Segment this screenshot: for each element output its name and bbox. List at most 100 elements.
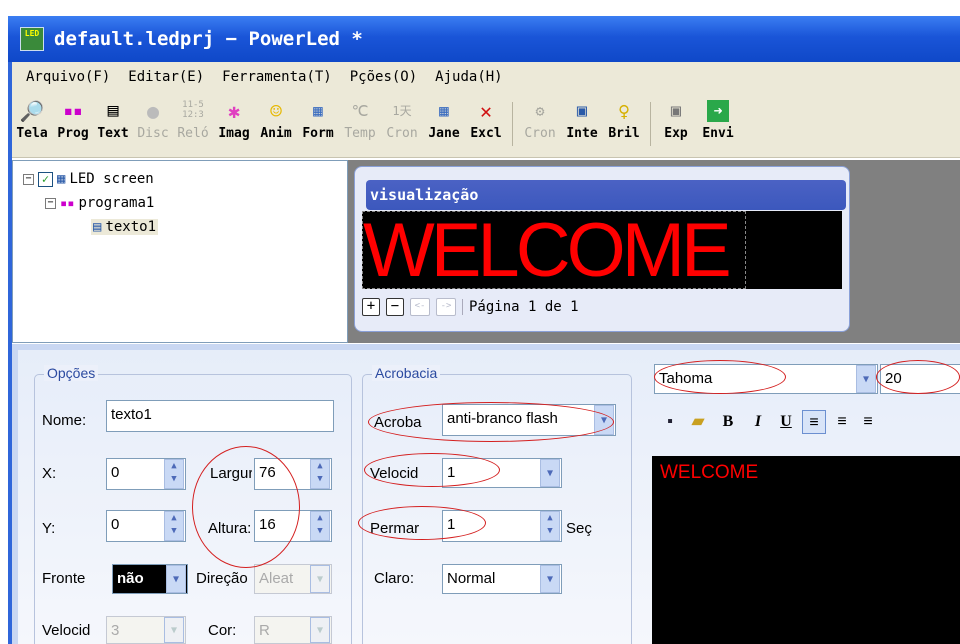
acrobatics-group-label: Acrobacia: [372, 365, 441, 381]
italic-button[interactable]: I: [746, 410, 770, 434]
menu-ajuda[interactable]: Ajuda(H): [435, 69, 502, 85]
annotation-circle-size-font: [876, 360, 960, 394]
chevron-down-icon[interactable]: ▼: [164, 617, 184, 643]
delete-icon: ✕: [479, 99, 493, 123]
toolbar-inte-button[interactable]: ▣ Inte: [562, 96, 602, 154]
chevron-down-icon[interactable]: ▼: [310, 617, 330, 643]
led-preview-screen[interactable]: WELCOME: [362, 211, 746, 289]
preview-pager: + − <- -> Página 1 de 1: [362, 298, 579, 316]
speed-label: Velocid: [42, 622, 91, 639]
permanence-stepper[interactable]: ▲ ▼: [540, 511, 560, 541]
toolbar-cron2-button[interactable]: ⚙ Cron: [520, 96, 560, 154]
toolbar-relogio-button[interactable]: 11-5 12:3 Reló: [174, 96, 212, 154]
text-icon: ▤: [93, 219, 102, 235]
align-left-button[interactable]: ≡: [802, 410, 826, 434]
toolbar-temp-button[interactable]: ℃ Temp: [340, 96, 380, 154]
color-label: Cor:: [208, 622, 237, 639]
export-icon: ▣: [670, 101, 682, 121]
toolbar-disc-button[interactable]: ● Disc: [134, 96, 172, 154]
send-icon: ➜: [707, 100, 729, 122]
toolbar-exp-button[interactable]: ▣ Exp: [658, 96, 694, 154]
title-bar[interactable]: LED default.ledprj − PowerLed *: [8, 16, 960, 62]
clock-icon: 11-5 12:3: [182, 100, 204, 120]
chevron-down-icon[interactable]: ▼: [310, 565, 330, 593]
annotation-circle-size: [192, 446, 300, 568]
prev-page-button[interactable]: <-: [410, 298, 430, 316]
y-label: Y:: [42, 520, 56, 537]
text-editor[interactable]: WELCOME: [652, 456, 960, 644]
text-icon: ▤: [107, 100, 119, 121]
program-icon: ▪▪: [60, 196, 75, 210]
toolbar-prog-button[interactable]: ▪▪ Prog: [54, 96, 92, 154]
menu-opcoes[interactable]: Pções(O): [350, 69, 417, 85]
bold-button[interactable]: B: [716, 410, 740, 434]
toolbar: 🔎 Tela ▪▪ Prog ▤ Text ● Disc 11-5 12:3 Reló ✱…: [12, 92, 960, 158]
annotation-circle-acro: [368, 402, 614, 442]
toolbar-envi-button[interactable]: ➜ Envi: [698, 96, 738, 154]
tree-node-led-screen[interactable]: − ✓ ▦ LED screen: [23, 171, 154, 187]
options-group-label: Opções: [44, 365, 99, 381]
window-icon: ▦: [439, 101, 449, 120]
led-app-icon: LED: [20, 27, 44, 51]
y-stepper[interactable]: ▲ ▼: [164, 511, 184, 541]
annotation-circle-speed: [364, 453, 500, 487]
menu-ferramenta[interactable]: Ferramenta(T): [222, 69, 332, 85]
tree-label-program: programa1: [78, 195, 155, 211]
toolbar-bril-button[interactable]: ♀ Bril: [604, 96, 644, 154]
open-folder-icon[interactable]: ▰: [686, 410, 710, 434]
program-icon: ▪▪: [63, 101, 83, 120]
led-preview-unused: [746, 211, 842, 289]
underline-button[interactable]: U: [774, 410, 798, 434]
menu-arquivo[interactable]: Arquivo(F): [26, 69, 110, 85]
toolbar-jane-button[interactable]: ▦ Jane: [424, 96, 464, 154]
menu-bar: Arquivo(F) Editar(E) Ferramenta(T) Pções…: [12, 62, 960, 92]
toolbar-text-button[interactable]: ▤ Text: [94, 96, 132, 154]
stamp-icon: ⚙: [535, 102, 545, 120]
smiley-icon: ☺: [269, 99, 283, 123]
collapse-icon[interactable]: −: [23, 173, 34, 185]
magnifier-icon: 🔎: [19, 99, 45, 123]
tree-label-text: texto1: [105, 219, 157, 235]
window-title: default.ledprj − PowerLed *: [54, 28, 363, 50]
align-right-button[interactable]: ≡: [856, 410, 880, 434]
toolbar-anim-button[interactable]: ☺ Anim: [256, 96, 296, 154]
tree-node-text[interactable]: ▤ texto1: [91, 219, 159, 235]
save-icon[interactable]: ▪: [658, 410, 682, 434]
width-stepper[interactable]: ▲ ▼: [310, 459, 330, 489]
name-input[interactable]: texto1: [106, 400, 334, 432]
zoom-out-button[interactable]: −: [386, 298, 404, 316]
x-label: X:: [42, 465, 57, 482]
clear-label: Claro:: [374, 570, 415, 587]
permanence-unit: Seç: [566, 520, 592, 537]
direction-label: Direção: [196, 570, 248, 587]
zoom-in-button[interactable]: +: [362, 298, 380, 316]
chevron-down-icon[interactable]: ▼: [540, 459, 560, 487]
chevron-down-icon[interactable]: ▼: [166, 565, 186, 593]
tree-label-led-screen: LED screen: [69, 171, 154, 187]
toolbar-tela-button[interactable]: 🔎 Tela: [14, 96, 50, 154]
annotation-circle-permanence: [358, 506, 486, 540]
front-label: Fronte: [42, 570, 86, 587]
next-page-button[interactable]: ->: [436, 298, 456, 316]
x-stepper[interactable]: ▲ ▼: [164, 459, 184, 489]
name-label: Nome:: [42, 412, 87, 429]
bulb-icon: ♀: [617, 99, 631, 123]
align-center-button[interactable]: ≡: [830, 410, 854, 434]
chevron-down-icon[interactable]: ▼: [856, 365, 876, 393]
tree-node-program[interactable]: − ▪▪ programa1: [45, 195, 154, 211]
collapse-icon[interactable]: −: [45, 197, 56, 209]
chevron-down-icon[interactable]: ▼: [540, 565, 560, 593]
checkbox-icon[interactable]: ✓: [38, 171, 53, 187]
page-indicator: Página 1 de 1: [462, 299, 579, 315]
toolbar-excl-button[interactable]: ✕ Excl: [466, 96, 506, 154]
preview-title: visualização: [366, 180, 846, 210]
screen-icon: ▦: [57, 171, 66, 187]
toolbar-form-button[interactable]: ▦ Form: [298, 96, 338, 154]
image-icon: ✱: [227, 99, 241, 123]
height-stepper[interactable]: ▲ ▼: [310, 511, 330, 541]
menu-editar[interactable]: Editar(E): [128, 69, 204, 85]
toolbar-imag-button[interactable]: ✱ Imag: [214, 96, 254, 154]
temperature-icon: ℃: [351, 102, 369, 120]
project-tree[interactable]: − ✓ ▦ LED screen − ▪▪ programa1 ▤ texto1: [12, 160, 348, 343]
toolbar-cron-button[interactable]: 1天 Cron: [382, 96, 422, 154]
